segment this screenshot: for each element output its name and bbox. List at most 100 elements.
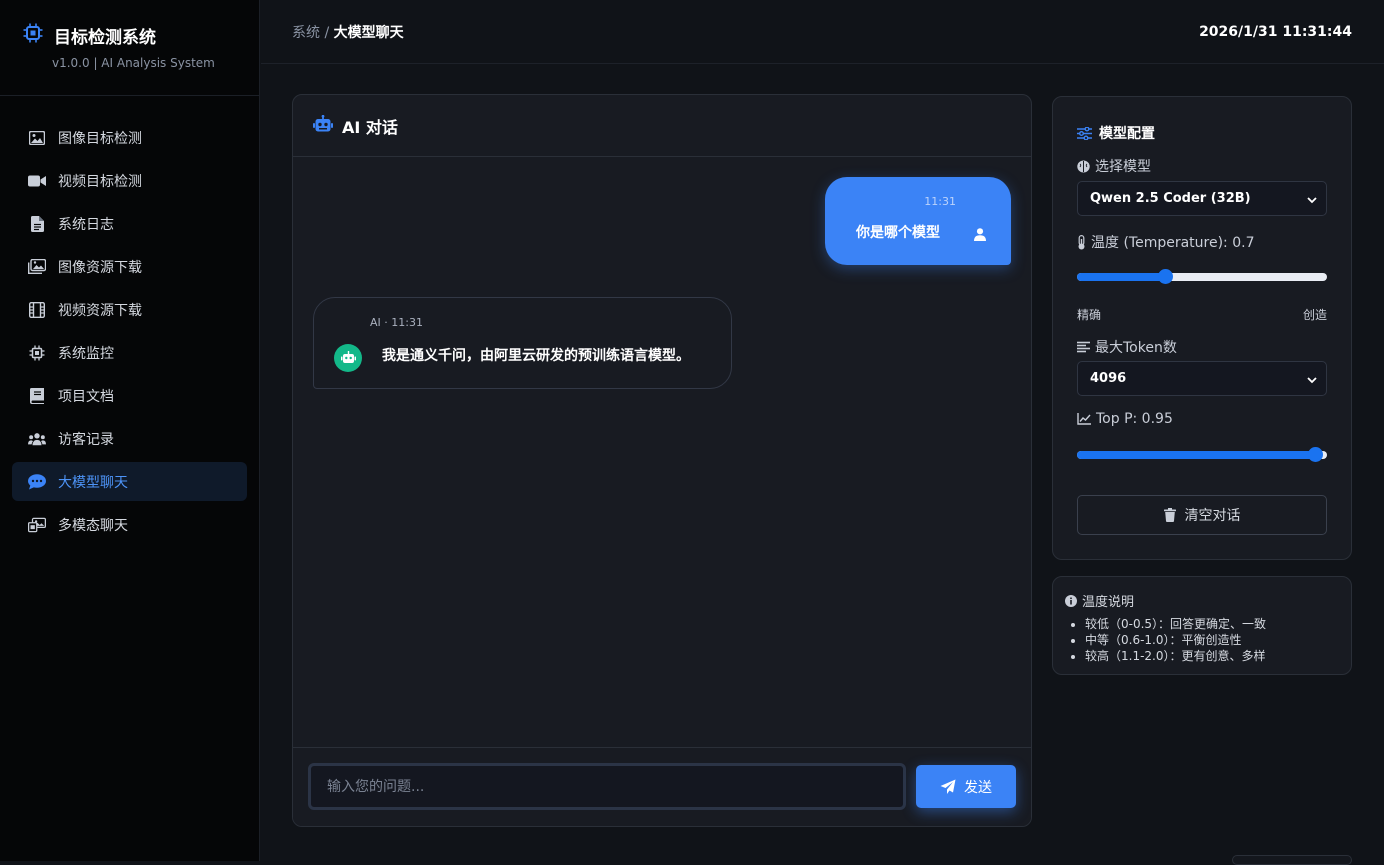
list-item: 中等（0.6-1.0）：平衡创造性	[1085, 632, 1266, 648]
temperature-slider[interactable]	[1077, 269, 1327, 284]
send-button[interactable]: 发送	[916, 765, 1016, 808]
film-icon	[28, 301, 46, 319]
info-title: 温度说明	[1082, 595, 1135, 610]
top-p-label-text: Top P: 0.95	[1096, 411, 1173, 427]
max-tokens-select[interactable]: 4096	[1077, 361, 1327, 396]
video-icon	[28, 172, 46, 190]
sidebar-item-label: 访客记录	[58, 431, 114, 448]
model-select-label: 选择模型	[1077, 156, 1151, 176]
chat-icon	[28, 473, 46, 491]
breadcrumb-root[interactable]: 系统	[292, 25, 320, 41]
book-icon	[28, 387, 46, 405]
user-avatar-icon	[974, 226, 986, 245]
users-icon	[28, 430, 46, 448]
cpu-icon	[28, 344, 46, 362]
sliders-icon	[1077, 126, 1092, 140]
config-header: 模型配置	[1077, 123, 1155, 143]
model-config-panel: 模型配置 选择模型 Qwen 2.5 Coder (32B) 温度 (Tempe…	[1052, 96, 1352, 560]
model-label-text: 选择模型	[1095, 159, 1151, 175]
chat-input[interactable]	[308, 763, 906, 810]
images-icon	[28, 258, 46, 276]
temperature-slider-fill	[1077, 273, 1165, 281]
chat-title: AI 对话	[342, 117, 398, 137]
floating-widget[interactable]	[1232, 855, 1352, 865]
config-title: 模型配置	[1099, 126, 1155, 142]
sidebar-item-video-detection[interactable]: 视频目标检测	[12, 161, 247, 200]
sidebar-item-system-log[interactable]: 系统日志	[12, 204, 247, 243]
clear-chat-button[interactable]: 清空对话	[1077, 495, 1327, 535]
align-left-icon	[1077, 341, 1090, 353]
max-tokens-value: 4096	[1090, 371, 1127, 386]
sidebar-item-image-detection[interactable]: 图像目标检测	[12, 118, 247, 157]
temperature-slider-thumb[interactable]	[1157, 269, 1173, 284]
brain-icon	[1077, 160, 1090, 173]
robot-icon	[340, 349, 356, 368]
temperature-label: 温度 (Temperature): 0.7	[1077, 232, 1255, 252]
trash-icon	[1163, 508, 1176, 522]
info-circle-icon	[1065, 594, 1077, 607]
message-text: 你是哪个模型	[856, 225, 940, 241]
image-icon	[28, 129, 46, 147]
sidebar-item-label: 大模型聊天	[58, 474, 128, 491]
chevron-down-icon	[1307, 373, 1317, 388]
breadcrumb-separator: /	[324, 24, 330, 41]
file-icon	[28, 215, 46, 233]
temperature-high-label: 创造	[1302, 308, 1327, 322]
sidebar-item-label: 图像资源下载	[58, 259, 142, 276]
temperature-low-label: 精确	[1077, 308, 1102, 322]
breadcrumb: 系统 / 大模型聊天	[292, 22, 404, 42]
sidebar-item-multimodal-chat[interactable]: 多模态聊天	[12, 505, 247, 544]
info-list: 较低（0-0.5）：回答更确定、一致 中等（0.6-1.0）：平衡创造性 较高（…	[1085, 616, 1266, 664]
paper-plane-icon	[940, 779, 956, 795]
brand-title: 目标检测系统	[54, 27, 156, 48]
brand: 目标检测系统 v1.0.0 | AI Analysis System	[0, 0, 259, 96]
top-p-slider-thumb[interactable]	[1307, 447, 1323, 462]
sidebar-item-label: 视频资源下载	[58, 302, 142, 319]
sidebar-item-visitor-log[interactable]: 访客记录	[12, 419, 247, 458]
sidebar: 目标检测系统 v1.0.0 | AI Analysis System 图像目标检…	[0, 0, 260, 861]
chat-input-bar: 发送	[293, 747, 1031, 826]
brand-subtitle: v1.0.0 | AI Analysis System	[52, 56, 215, 70]
sidebar-item-label: 项目文档	[58, 388, 114, 405]
sidebar-item-llm-chat[interactable]: 大模型聊天	[12, 462, 247, 501]
message-text: 我是通义千问，由阿里云研发的预训练语言模型。	[382, 348, 690, 364]
top-bar: 系统 / 大模型聊天 2026/1/31 11:31:44	[261, 0, 1384, 64]
clear-chat-label: 清空对话	[1184, 507, 1241, 523]
chat-header: AI 对话	[293, 95, 1031, 157]
sidebar-item-image-download[interactable]: 图像资源下载	[12, 247, 247, 286]
info-header: 温度说明	[1065, 591, 1134, 610]
sidebar-item-label: 视频目标检测	[58, 173, 142, 190]
photo-video-icon	[28, 516, 46, 534]
list-item: 较低（0-0.5）：回答更确定、一致	[1085, 616, 1266, 632]
max-tokens-label: 最大Token数	[1077, 337, 1177, 357]
ai-message: AI · 11:31 我是通义千问，由阿里云研发的预训练语言模型。	[313, 297, 732, 389]
ai-avatar	[334, 344, 362, 372]
chevron-down-icon	[1307, 193, 1317, 208]
message-meta: AI · 11:31	[370, 316, 423, 329]
breadcrumb-current: 大模型聊天	[333, 24, 404, 41]
sidebar-item-label: 系统监控	[58, 345, 114, 362]
sidebar-item-label: 多模态聊天	[58, 517, 128, 534]
temperature-info-card: 温度说明 较低（0-0.5）：回答更确定、一致 中等（0.6-1.0）：平衡创造…	[1052, 576, 1352, 675]
message-list: 11:31 你是哪个模型 AI · 11:31 我是通义千问，由阿里云研发的预训…	[293, 157, 1031, 748]
sidebar-item-label: 系统日志	[58, 216, 114, 233]
model-select[interactable]: Qwen 2.5 Coder (32B)	[1077, 181, 1327, 216]
sidebar-item-project-docs[interactable]: 项目文档	[12, 376, 247, 415]
temperature-label-text: 温度 (Temperature): 0.7	[1091, 235, 1255, 251]
sidebar-item-label: 图像目标检测	[58, 130, 142, 147]
chat-panel: AI 对话 11:31 你是哪个模型 AI · 11:31 我是通义千问，由阿里…	[292, 94, 1032, 827]
header-datetime: 2026/1/31 11:31:44	[1199, 23, 1352, 40]
model-select-value: Qwen 2.5 Coder (32B)	[1090, 191, 1251, 206]
sidebar-item-system-monitor[interactable]: 系统监控	[12, 333, 247, 372]
list-item: 较高（1.1-2.0）：更有创意、多样	[1085, 648, 1266, 664]
message-time: 11:31	[924, 195, 956, 208]
user-message: 11:31 你是哪个模型	[825, 177, 1011, 265]
sidebar-nav: 图像目标检测 视频目标检测 系统日志 图像资源下载 视频资源下载 系统监控 项目…	[0, 96, 259, 544]
top-p-label: Top P: 0.95	[1077, 411, 1173, 427]
sidebar-item-video-download[interactable]: 视频资源下载	[12, 290, 247, 329]
max-tokens-label-text: 最大Token数	[1095, 340, 1177, 356]
robot-icon	[313, 114, 333, 137]
top-p-slider[interactable]	[1077, 447, 1327, 462]
send-label: 发送	[964, 778, 992, 795]
thermometer-icon	[1077, 234, 1086, 250]
